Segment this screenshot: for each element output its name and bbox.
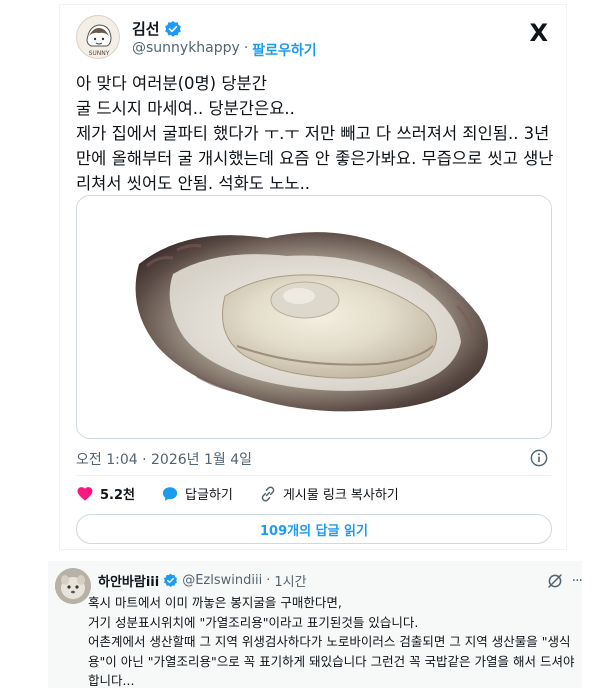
avatar-illustration: SUNNY [77, 16, 119, 58]
reply-header: 하안바람iii @Ezlswindiii · 1시간 [98, 571, 307, 590]
reply-card: 하안바람iii @Ezlswindiii · 1시간 ··· 혹시 마트에서 이… [48, 561, 583, 688]
avatar-lettering: SUNNY [89, 50, 110, 57]
oyster-photo [77, 196, 551, 438]
grok-icon[interactable] [546, 572, 564, 590]
separator-dot: · [266, 573, 271, 588]
info-icon[interactable] [530, 449, 548, 467]
reply-more-button[interactable]: ··· [572, 573, 583, 589]
reply-avatar-photo [55, 568, 91, 604]
like-count: 5.2천 [100, 488, 135, 503]
follow-button[interactable]: 팔로우하기 [252, 40, 316, 60]
divider [76, 475, 552, 476]
reply-text: 혹시 마트에서 이미 까놓은 봉지굴을 구매한다면, 거기 성분표시위치에 "가… [88, 595, 575, 688]
action-bar: 5.2천 답글하기 게시물 링크 복사하기 [76, 484, 425, 503]
reply-label: 답글하기 [185, 488, 233, 503]
verified-badge-icon [164, 20, 181, 37]
copy-link-label: 게시물 링크 복사하기 [282, 488, 399, 503]
post-card: SUNNY 김선 @sunnykhappy · 팔로우하기 X 아 맞다 여러분… [59, 4, 567, 550]
separator-dot: · [243, 40, 249, 56]
author-avatar[interactable]: SUNNY [76, 15, 120, 59]
author-name-row[interactable]: 김선 [132, 18, 182, 39]
copy-link-button[interactable]: 게시물 링크 복사하기 [259, 484, 399, 503]
post-image[interactable] [76, 195, 552, 439]
verified-badge-icon [164, 573, 178, 588]
reply-handle[interactable]: @Ezlswindiii [182, 573, 262, 588]
author-handle[interactable]: @sunnykhappy [132, 40, 240, 60]
reply-button[interactable]: 답글하기 [161, 484, 233, 503]
post-timestamp[interactable]: 오전 1:04 · 2026년 1월 4일 [76, 449, 252, 469]
reply-time[interactable]: 1시간 [274, 571, 306, 590]
link-icon [261, 486, 275, 501]
reply-author-name[interactable]: 하안바람iii [98, 571, 159, 590]
author-name[interactable]: 김선 [132, 18, 160, 39]
reply-avatar[interactable] [55, 568, 91, 604]
heart-icon [77, 486, 93, 501]
reply-bubble-icon [162, 486, 178, 501]
read-replies-button[interactable]: 109개의 답글 읽기 [76, 514, 552, 544]
x-logo-icon[interactable]: X [529, 19, 548, 47]
post-text: 아 맞다 여러분(0명) 당분간 굴 드시지 마세여.. 당분간은요.. 제가 … [76, 74, 554, 193]
like-button[interactable]: 5.2천 [76, 484, 135, 503]
handle-row: @sunnykhappy · 팔로우하기 [132, 40, 317, 60]
